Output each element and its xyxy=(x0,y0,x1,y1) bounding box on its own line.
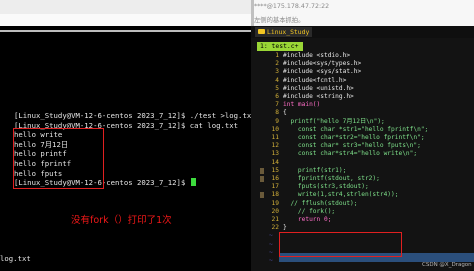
line-number: 19 xyxy=(271,199,279,207)
code-line: 14 xyxy=(251,159,474,167)
code-text: // fork(); xyxy=(283,207,336,215)
buffer-tab-test-c[interactable]: 1: test.c+ xyxy=(257,42,303,51)
code-text: #include <sys/stat.h> xyxy=(283,68,362,76)
code-line: 8{ xyxy=(251,109,474,117)
ssh-header: ****@175.178.47.72:22 左侧的基本抓拍。 xyxy=(251,0,474,26)
code-line: 4 #include<fcntl.h> xyxy=(251,77,474,85)
code-line: 16 fprintf(stdout, str2); xyxy=(251,175,474,183)
line-number: 15 xyxy=(271,166,279,174)
line-number: 11 xyxy=(271,134,279,141)
divider xyxy=(0,30,251,32)
code-text: fputs(str3,stdout); xyxy=(283,183,369,191)
terminal-pane[interactable]: [Linux_Study@VM-12-6-centos 2023_7_12]$ … xyxy=(0,0,251,271)
code-text: return 0; xyxy=(283,216,332,223)
line-number: 4 xyxy=(275,76,279,84)
line-number: 18 xyxy=(271,191,279,199)
tab-linux-study[interactable]: Linux_Study xyxy=(255,27,313,37)
code-line: 17 fputs(str3,stdout); xyxy=(251,183,474,191)
line-number: 6 xyxy=(275,93,279,100)
code-text: // fflush(stdout); xyxy=(283,199,358,207)
code-highlight-box xyxy=(279,232,402,257)
code-text: const char*str4="hello write\n"; xyxy=(283,150,418,158)
empty-line-marker: ~ xyxy=(269,257,273,264)
line-number: 1 xyxy=(275,52,279,59)
tab-label: Linux_Study xyxy=(267,28,310,36)
code-line: 2 #include<sys/types.h> xyxy=(251,60,474,68)
code-text: #include <string.h> xyxy=(283,93,354,100)
code-text: #include<fcntl.h> xyxy=(283,76,347,84)
code-text: #include <stdio.h> xyxy=(283,52,351,59)
output-highlight-box xyxy=(13,128,104,189)
gutter-change-mark xyxy=(260,192,264,199)
code-text: printf(str1); xyxy=(283,166,347,174)
ssh-subtitle: 左侧的基本抓拍。 xyxy=(254,17,305,24)
editor-pane[interactable]: ****@175.178.47.72:22 左侧的基本抓拍。 Linux_Stu… xyxy=(251,0,474,271)
folder-icon xyxy=(258,29,265,34)
terminal-line: [Linux_Study@VM-12-6-centos 2023_7_12]$ … xyxy=(14,111,251,120)
ssh-title: ****@175.178.47.72:22 xyxy=(254,3,330,10)
code-text: int main() xyxy=(283,101,321,109)
line-number: 3 xyxy=(275,68,279,76)
code-text: const char*str2="hello fprintf\n"; xyxy=(283,134,425,141)
terminal-cursor xyxy=(190,178,196,187)
topbar-strip-lower xyxy=(0,14,251,26)
line-number: 22 xyxy=(271,224,279,232)
line-number: 17 xyxy=(271,183,279,191)
code-line: 15 printf(str1); xyxy=(251,167,474,175)
code-text: printf("hello 7月12日\n"); xyxy=(283,117,385,125)
code-line: 20 // fork(); xyxy=(251,208,474,216)
line-number: 12 xyxy=(271,142,279,150)
terminal-bottom-text: log.txt xyxy=(0,254,31,263)
code-line: 12 const char* str3="hello fputs\n"; xyxy=(251,142,474,150)
empty-line-marker: ~ xyxy=(269,232,273,240)
code-line: 5 #include <unistd.h> xyxy=(251,85,474,93)
code-line: 18 write(1,str4,strlen(str4)); xyxy=(251,191,474,199)
line-number: 8 xyxy=(275,109,279,117)
code-text: #include<sys/types.h> xyxy=(283,60,362,68)
annotation-text: 没有fork（）打印了1次 xyxy=(71,215,172,226)
code-line: 1 #include <stdio.h> xyxy=(251,52,474,60)
line-number: 16 xyxy=(271,175,279,182)
line-number: 5 xyxy=(275,84,279,92)
line-number: 7 xyxy=(275,101,279,109)
topbar-strip xyxy=(0,0,251,14)
watermark: CSDN @X_Dragon xyxy=(422,262,472,268)
line-number: 13 xyxy=(271,150,279,158)
empty-line-marker: ~ xyxy=(269,240,273,248)
code-text: const char *str1="hello fprintf\n"; xyxy=(283,125,429,133)
code-line: 11 const char*str2="hello fprintf\n"; xyxy=(251,134,474,142)
code-line: 21 return 0; xyxy=(251,216,474,224)
gutter-change-mark xyxy=(260,167,264,174)
terminal-topbar xyxy=(0,0,251,26)
code-line: 13 const char*str4="hello write\n"; xyxy=(251,150,474,158)
code-text: fprintf(stdout, str2); xyxy=(283,175,380,182)
code-line: 6 #include <string.h> xyxy=(251,93,474,101)
line-number: 20 xyxy=(271,207,279,215)
code-text: const char* str3="hello fputs\n"; xyxy=(283,142,421,150)
code-line: 7 int main() xyxy=(251,101,474,109)
line-number: 10 xyxy=(271,125,279,133)
gutter-change-mark xyxy=(260,176,264,182)
code-text: #include <unistd.h> xyxy=(283,84,354,92)
line-number: 14 xyxy=(271,158,279,166)
code-line: 19 // fflush(stdout); xyxy=(251,200,474,208)
empty-line-marker: ~ xyxy=(269,248,273,256)
line-number: 2 xyxy=(275,60,279,68)
code-text: write(1,str4,strlen(str4)); xyxy=(283,191,399,199)
code-line: 3 #include <sys/stat.h> xyxy=(251,68,474,76)
line-number: 21 xyxy=(271,216,279,223)
code-editor[interactable]: 1 #include <stdio.h> 2 #include<sys/types.h… xyxy=(251,52,474,271)
code-line: 10 const char *str1="hello fprintf\n"; xyxy=(251,126,474,134)
code-line: 9 printf("hello 7月12日\n"); xyxy=(251,118,474,126)
code-text: { xyxy=(283,109,287,117)
line-number: 9 xyxy=(275,117,279,125)
